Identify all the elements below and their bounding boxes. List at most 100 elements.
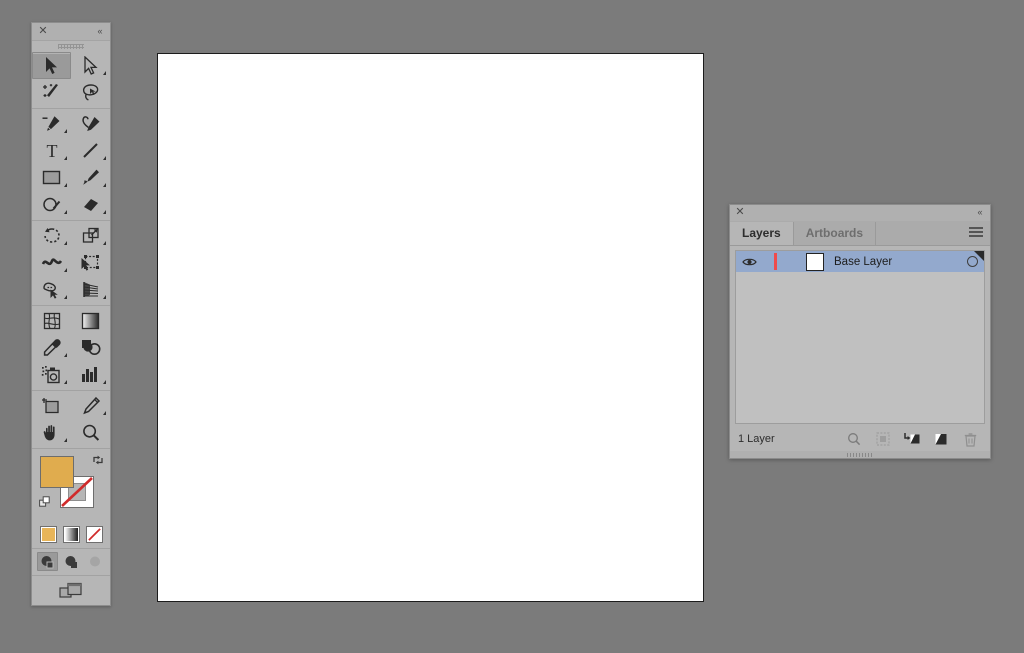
tab-layers[interactable]: Layers [730, 222, 794, 245]
column-graph-tool-icon[interactable] [71, 361, 110, 388]
tool-flyout-indicator-icon [103, 71, 106, 75]
shaper-tool-icon[interactable] [32, 191, 71, 218]
tool-flyout-indicator-icon [103, 411, 106, 415]
free-transform-tool-icon[interactable] [71, 249, 110, 276]
selection-indicator-icon [974, 251, 984, 261]
none-mode-swatch [87, 528, 101, 541]
tool-group-drawing: T [32, 109, 110, 221]
draw-behind-button[interactable] [61, 552, 82, 571]
layer-row-base-layer[interactable]: Base Layer [736, 251, 984, 272]
gradient-mode-button[interactable] [62, 526, 80, 543]
hand-tool-icon[interactable] [32, 419, 71, 446]
locate-object-button[interactable] [846, 431, 862, 447]
tool-flyout-indicator-icon [64, 380, 67, 384]
visibility-eye-icon[interactable] [736, 257, 762, 267]
layer-thumbnail[interactable] [806, 252, 824, 271]
tool-group-navigation [32, 391, 110, 449]
color-mode-swatch [41, 528, 55, 541]
tool-flyout-indicator-icon [103, 380, 106, 384]
create-new-sublayer-button[interactable] [904, 431, 920, 447]
lasso-tool-icon[interactable] [71, 79, 110, 106]
artboard-tool-icon[interactable] [32, 392, 71, 419]
scale-tool-icon[interactable] [71, 222, 110, 249]
change-screen-mode-button[interactable] [58, 580, 84, 600]
layers-list[interactable]: Base Layer [735, 250, 985, 424]
artboard-canvas[interactable] [157, 53, 704, 602]
tool-flyout-indicator-icon [103, 210, 106, 214]
layers-panel: ✕ « Layers Artboards Base Layer 1 Layer [729, 204, 991, 459]
paintbrush-tool-icon[interactable] [71, 164, 110, 191]
swap-fill-stroke-icon[interactable] [92, 454, 104, 466]
collapse-icon[interactable]: « [93, 25, 106, 37]
fill-color-swatch[interactable] [40, 456, 74, 488]
layers-panel-tabs: Layers Artboards [730, 221, 990, 246]
tool-row [32, 419, 110, 446]
tool-group-selection [32, 51, 110, 109]
selection-tool-icon[interactable] [32, 52, 71, 79]
tool-row [32, 52, 110, 79]
tool-flyout-indicator-icon [103, 183, 106, 187]
close-icon[interactable]: ✕ [37, 25, 49, 37]
grip-dots-icon [58, 43, 84, 49]
make-clipping-mask-button[interactable] [875, 431, 891, 447]
perspective-grid-tool-icon[interactable] [71, 276, 110, 303]
tool-flyout-indicator-icon [64, 438, 67, 442]
type-tool-icon[interactable]: T [32, 137, 71, 164]
create-new-layer-button[interactable] [933, 431, 949, 447]
direct-selection-tool-icon[interactable] [71, 52, 110, 79]
delete-selection-button[interactable] [962, 431, 978, 447]
draw-normal-button[interactable] [36, 552, 58, 571]
tool-flyout-indicator-icon [64, 156, 67, 160]
panel-resize-grip[interactable] [730, 451, 990, 458]
eyedropper-tool-icon[interactable] [32, 334, 71, 361]
screen-mode-controls [32, 575, 110, 606]
tool-group-transform [32, 221, 110, 306]
zoom-tool-icon[interactable] [71, 419, 110, 446]
tool-flyout-indicator-icon [64, 210, 67, 214]
gradient-mode-swatch [64, 528, 78, 541]
tool-flyout-indicator-icon [64, 268, 67, 272]
panel-menu-icon[interactable] [969, 227, 983, 239]
layer-name[interactable]: Base Layer [824, 256, 960, 268]
curvature-tool-icon[interactable] [71, 110, 110, 137]
menu-line [969, 235, 983, 237]
magic-wand-tool-icon[interactable] [32, 79, 71, 106]
draw-inside-button[interactable] [85, 552, 106, 571]
tool-row [32, 276, 110, 303]
tool-row [32, 110, 110, 137]
default-fill-stroke-icon[interactable] [39, 496, 52, 509]
color-mode-buttons [32, 524, 110, 547]
color-mode-button[interactable] [39, 526, 57, 543]
gradient-tool-icon[interactable] [71, 307, 110, 334]
rectangle-tool-icon[interactable] [32, 164, 71, 191]
width-tool-icon[interactable] [32, 249, 71, 276]
blend-tool-icon[interactable] [71, 334, 110, 361]
slice-tool-icon[interactable] [71, 392, 110, 419]
mesh-tool-icon[interactable] [32, 307, 71, 334]
tool-flyout-indicator-icon [64, 353, 67, 357]
shape-builder-tool-icon[interactable] [32, 276, 71, 303]
pen-tool-icon[interactable] [32, 110, 71, 137]
symbol-sprayer-tool-icon[interactable] [32, 361, 71, 388]
tool-flyout-indicator-icon [64, 295, 67, 299]
tool-row [32, 222, 110, 249]
menu-line [969, 231, 983, 233]
collapse-icon[interactable]: « [973, 206, 986, 218]
line-segment-tool-icon[interactable] [71, 137, 110, 164]
rotate-tool-icon[interactable] [32, 222, 71, 249]
tab-artboards[interactable]: Artboards [794, 222, 877, 245]
close-icon[interactable]: ✕ [734, 206, 746, 218]
layers-panel-titlebar[interactable]: ✕ « [730, 205, 990, 221]
tool-flyout-indicator-icon [103, 241, 106, 245]
tool-flyout-indicator-icon [103, 295, 106, 299]
layer-count-label: 1 Layer [738, 433, 775, 445]
color-controls [32, 452, 110, 524]
none-mode-button[interactable] [85, 526, 103, 543]
eraser-tool-icon[interactable] [71, 191, 110, 218]
tool-row [32, 392, 110, 419]
tool-row [32, 164, 110, 191]
tool-row [32, 361, 110, 388]
tool-row [32, 249, 110, 276]
tools-panel-drag-handle[interactable] [32, 41, 110, 51]
grip-dots-icon [847, 452, 873, 457]
